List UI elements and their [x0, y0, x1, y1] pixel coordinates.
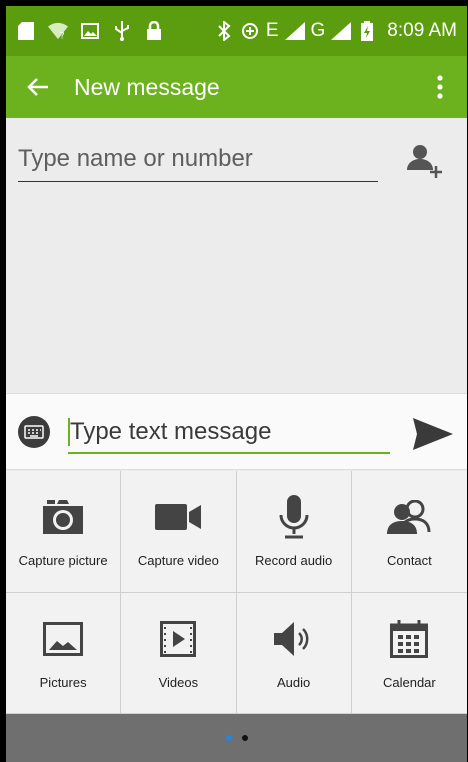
person-add-icon — [407, 145, 442, 178]
keyboard-toggle-button[interactable] — [18, 416, 50, 448]
overflow-menu-button[interactable] — [425, 67, 455, 107]
audio-button[interactable]: Audio — [236, 592, 352, 714]
status-bar: ? E G 8:09 AM — [6, 6, 467, 56]
svg-text:?: ? — [60, 31, 65, 40]
video-file-icon — [154, 617, 202, 661]
record-audio-button[interactable]: Record audio — [236, 471, 352, 593]
signal-icon — [284, 21, 305, 41]
page-dot-2[interactable] — [241, 735, 248, 741]
contacts-icon — [385, 495, 433, 539]
record-audio-label: Record audio — [254, 553, 333, 568]
clock: 8:09 AM — [387, 20, 457, 41]
calendar-button[interactable]: Calendar — [351, 593, 467, 714]
mic-icon — [270, 495, 318, 539]
sd-card-icon — [16, 21, 36, 41]
compose-bar — [6, 393, 467, 470]
usb-icon — [112, 21, 132, 41]
network-type-2-label: G — [310, 20, 326, 41]
more-vert-icon — [437, 75, 443, 99]
image-icon — [80, 21, 100, 41]
audio-label: Audio — [277, 674, 311, 690]
recipient-input[interactable] — [18, 138, 378, 180]
page-dot-1[interactable] — [225, 735, 232, 741]
speaker-icon — [270, 617, 318, 661]
recipient-area — [6, 118, 467, 393]
send-button[interactable] — [411, 414, 455, 454]
capture-picture-label: Capture picture — [18, 553, 108, 568]
attachment-grid: Capture picture Capture video Record aud… — [6, 471, 467, 714]
message-input[interactable] — [68, 412, 390, 452]
network-type-label: E — [265, 20, 279, 41]
capture-video-label: Capture video — [137, 553, 219, 568]
videocam-icon — [154, 495, 202, 539]
contact-button[interactable]: Contact — [351, 471, 467, 593]
picture-icon — [39, 617, 87, 661]
signal-icon-2 — [331, 21, 352, 41]
pictures-button[interactable]: Pictures — [6, 592, 122, 714]
pictures-label: Pictures — [39, 674, 87, 690]
videos-button[interactable]: Videos — [121, 592, 237, 714]
recipient-field-wrapper — [18, 138, 378, 182]
videos-label: Videos — [158, 674, 199, 690]
keyboard-icon — [18, 416, 50, 448]
text-cursor — [68, 418, 70, 446]
data-icon — [240, 21, 260, 41]
lock-icon — [144, 21, 164, 41]
contact-label: Contact — [386, 553, 432, 568]
send-icon — [413, 418, 453, 450]
battery-charging-icon — [357, 21, 377, 41]
calendar-label: Calendar — [382, 674, 436, 690]
arrow-back-icon — [27, 78, 48, 96]
capture-picture-button[interactable]: Capture picture — [6, 471, 122, 593]
add-contact-button[interactable] — [404, 140, 444, 180]
wifi-question-icon: ? — [48, 21, 68, 41]
app-bar: New message — [6, 56, 467, 118]
camera-icon — [39, 495, 87, 539]
back-button[interactable] — [18, 67, 58, 107]
bluetooth-icon — [214, 21, 234, 41]
calendar-icon — [385, 617, 433, 661]
page-title: New message — [74, 73, 220, 100]
screen: ? E G 8:09 AM New message Type name or n… — [6, 6, 467, 762]
capture-video-button[interactable]: Capture video — [121, 471, 237, 593]
page-indicator — [6, 714, 467, 762]
message-field-wrapper — [68, 412, 390, 454]
